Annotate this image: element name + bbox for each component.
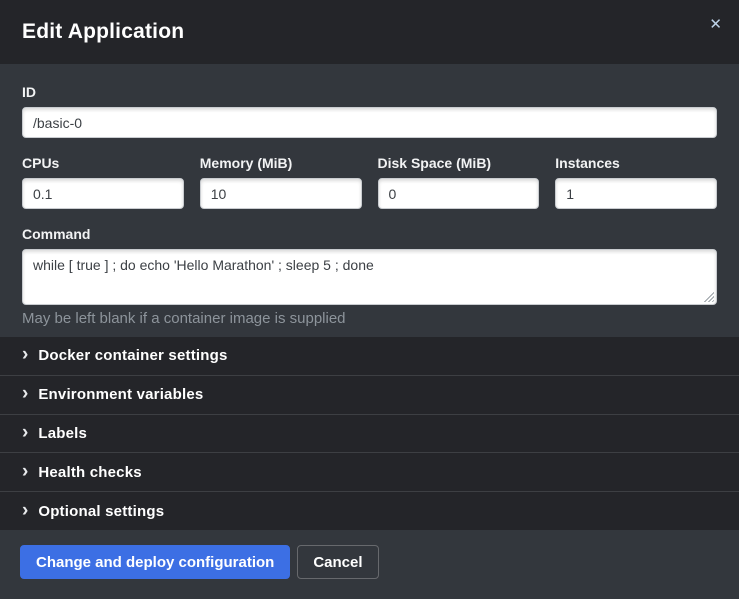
chevron-right-icon: › [22,345,28,364]
section-label: Docker container settings [38,347,227,364]
chevron-right-icon: › [22,501,28,520]
section-label: Health checks [38,464,141,481]
section-health-checks[interactable]: › Health checks [0,453,739,492]
chevron-right-icon: › [22,384,28,403]
resize-grip-icon[interactable] [704,292,714,302]
chevron-right-icon: › [22,462,28,481]
change-and-deploy-button[interactable]: Change and deploy configuration [20,545,290,579]
cpus-field-group: CPUs [22,155,184,209]
resource-fields-row: CPUs Memory (MiB) Disk Space (MiB) Insta… [22,155,717,209]
memory-input[interactable] [200,178,362,209]
disk-space-input[interactable] [378,178,540,209]
section-label: Environment variables [38,386,203,403]
id-field-group: ID [22,84,717,138]
modal-body: ID CPUs Memory (MiB) Disk Space (MiB) In… [0,64,739,337]
cpus-label: CPUs [22,155,184,171]
section-docker-container-settings[interactable]: › Docker container settings [0,337,739,376]
chevron-right-icon: › [22,423,28,442]
modal-title: Edit Application [22,20,184,44]
cancel-button[interactable]: Cancel [297,545,378,579]
disk-space-label: Disk Space (MiB) [378,155,540,171]
edit-application-modal: Edit Application ✕ ID CPUs Memory (MiB) … [0,0,739,599]
modal-header: Edit Application ✕ [0,0,739,64]
close-icon[interactable]: ✕ [705,13,726,36]
section-optional-settings[interactable]: › Optional settings [0,492,739,530]
section-label: Optional settings [38,503,164,520]
disk-space-field-group: Disk Space (MiB) [378,155,540,209]
command-help-text: May be left blank if a container image i… [22,310,717,327]
instances-label: Instances [555,155,717,171]
collapsible-sections: › Docker container settings › Environmen… [0,337,739,530]
section-environment-variables[interactable]: › Environment variables [0,376,739,415]
instances-field-group: Instances [555,155,717,209]
cpus-input[interactable] [22,178,184,209]
command-field-group: Command while [ true ] ; do echo 'Hello … [22,226,717,327]
command-textarea-wrap: while [ true ] ; do echo 'Hello Marathon… [22,249,717,305]
section-label: Labels [38,425,87,442]
section-labels[interactable]: › Labels [0,415,739,454]
command-label: Command [22,226,717,242]
memory-label: Memory (MiB) [200,155,362,171]
memory-field-group: Memory (MiB) [200,155,362,209]
id-input[interactable] [22,107,717,138]
command-textarea[interactable]: while [ true ] ; do echo 'Hello Marathon… [22,249,717,305]
instances-input[interactable] [555,178,717,209]
modal-footer: Change and deploy configuration Cancel [0,530,739,599]
id-label: ID [22,84,717,100]
